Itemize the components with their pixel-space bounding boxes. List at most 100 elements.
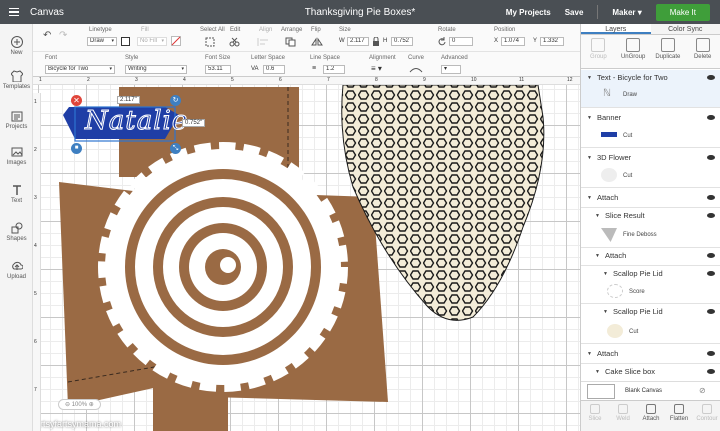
eye-icon[interactable] xyxy=(707,351,715,356)
weld-button[interactable]: Weld xyxy=(610,404,636,431)
chevron-down-icon[interactable]: ▼ xyxy=(595,250,600,262)
advanced-select[interactable]: ▾ xyxy=(441,65,461,74)
layer-group[interactable]: ▼ Attach xyxy=(581,346,720,364)
resize-handle-icon[interactable]: ⤡ xyxy=(170,143,181,154)
x-position-input[interactable]: 1.074 xyxy=(501,37,525,46)
width-label: W xyxy=(339,38,345,44)
sidebar-item-text[interactable]: Text xyxy=(0,184,33,204)
arrange-icon[interactable] xyxy=(285,37,299,47)
select-all-icon[interactable] xyxy=(205,37,215,47)
layer-group[interactable]: ▼ Slice Result Fine Deboss xyxy=(581,208,720,248)
linetype-select[interactable]: Draw ▾ xyxy=(87,37,117,46)
height-input[interactable]: 0.752 xyxy=(391,37,413,46)
group-button[interactable]: Group xyxy=(582,38,614,68)
my-projects-link[interactable]: My Projects xyxy=(506,8,551,17)
eye-icon[interactable] xyxy=(707,309,715,314)
sidebar-item-templates[interactable]: Templates xyxy=(0,70,33,90)
tab-layers[interactable]: Layers xyxy=(581,24,651,34)
width-input[interactable]: 2.117 xyxy=(347,37,369,46)
linetype-label: Linetype xyxy=(89,27,112,33)
redo-icon[interactable]: ↷ xyxy=(59,30,67,41)
chevron-down-icon[interactable]: ▼ xyxy=(587,72,592,84)
design-canvas[interactable]: Natalie 2.117" 0.752" ✕ ↻ ■ ⤡ ⊖ 100% ⊕ a… xyxy=(33,77,580,431)
sidebar-item-images[interactable]: Images xyxy=(0,146,33,166)
layer-group[interactable]: ▼ Scallop Pie Lid Cut xyxy=(581,304,720,344)
save-button[interactable]: Save xyxy=(565,8,584,17)
eye-icon[interactable] xyxy=(707,195,715,200)
machine-select[interactable]: Maker ▾ xyxy=(612,8,641,17)
align-icon[interactable] xyxy=(257,37,271,47)
rotate-input[interactable]: 0 xyxy=(449,37,473,46)
curve-icon[interactable] xyxy=(409,65,425,74)
blank-canvas-row[interactable]: Blank Canvas ⊘ xyxy=(581,381,720,400)
eye-icon[interactable] xyxy=(707,271,715,276)
sidebar-item-upload[interactable]: Upload xyxy=(0,260,33,280)
eye-icon[interactable] xyxy=(707,253,715,258)
line-space-input[interactable]: 1.2 xyxy=(323,65,345,74)
eye-icon[interactable] xyxy=(707,115,715,120)
slice-button[interactable]: Slice xyxy=(582,404,608,431)
layer-op: Score xyxy=(629,289,645,295)
chevron-down-icon[interactable]: ▼ xyxy=(595,366,600,378)
eye-icon[interactable] xyxy=(707,213,715,218)
font-size-input[interactable]: 53.11 xyxy=(205,65,231,74)
layer-group[interactable]: ▼ Attach xyxy=(581,190,720,208)
linetype-color-swatch[interactable] xyxy=(121,37,130,46)
rotate-label: Rotate xyxy=(438,27,456,33)
flatten-button[interactable]: Flatten xyxy=(666,404,692,431)
layer-group[interactable]: ▼ Attach xyxy=(581,248,720,266)
chevron-down-icon: ▾ xyxy=(444,66,448,72)
layer-group[interactable]: ▼ Banner Cut xyxy=(581,110,720,148)
zoom-in-icon[interactable]: ⊕ xyxy=(89,402,94,408)
eye-icon[interactable] xyxy=(707,155,715,160)
lock-icon[interactable] xyxy=(372,37,380,47)
y-position-input[interactable]: 1.332 xyxy=(540,37,564,46)
style-label: Style xyxy=(125,55,139,61)
chevron-down-icon[interactable]: ▼ xyxy=(587,348,592,360)
chevron-down-icon[interactable]: ▼ xyxy=(603,306,608,318)
style-select[interactable]: Writing ▾ xyxy=(125,65,187,74)
zoom-out-icon[interactable]: ⊖ xyxy=(65,402,70,408)
layer-group[interactable]: ▼ Text - Bicycle for Two ℕ Draw xyxy=(581,70,720,108)
sidebar-item-new[interactable]: New xyxy=(0,36,33,56)
duplicate-button[interactable]: Duplicate xyxy=(652,38,684,68)
lock-handle-icon[interactable]: ■ xyxy=(71,143,82,154)
chevron-down-icon[interactable]: ▼ xyxy=(595,210,600,222)
no-fill-swatch-icon[interactable] xyxy=(171,36,181,46)
font-select[interactable]: Bicycle for Two ▾ xyxy=(45,65,115,74)
ungroup-button[interactable]: UnGroup xyxy=(617,38,649,68)
undo-icon[interactable]: ↶ xyxy=(43,30,51,41)
attach-button[interactable]: Attach xyxy=(638,404,664,431)
chevron-down-icon[interactable]: ▼ xyxy=(603,268,608,280)
hamburger-menu-icon[interactable] xyxy=(0,7,26,17)
layer-group[interactable]: ▼ Cake Slice box xyxy=(581,364,720,382)
layer-op: Cut xyxy=(623,173,633,179)
contour-button[interactable]: Contour xyxy=(694,404,720,431)
scissors-icon[interactable] xyxy=(229,37,243,47)
layer-group[interactable]: ▼ 3D Flower Cut xyxy=(581,150,720,188)
zoom-control[interactable]: ⊖ 100% ⊕ xyxy=(58,399,101,410)
fill-select[interactable]: No Fill ▾ xyxy=(137,37,167,46)
layer-thumb: ℕ xyxy=(603,88,612,99)
eye-icon[interactable] xyxy=(707,75,715,80)
chevron-down-icon[interactable]: ▼ xyxy=(587,112,592,124)
rotate-handle-icon[interactable]: ↻ xyxy=(170,95,181,106)
sidebar-item-shapes[interactable]: Shapes xyxy=(0,222,33,242)
flip-icon[interactable] xyxy=(311,37,325,47)
tab-color-sync[interactable]: Color Sync xyxy=(651,24,720,34)
letter-space-input[interactable]: 0.6 xyxy=(263,65,285,74)
plus-icon xyxy=(10,36,23,48)
make-it-button[interactable]: Make It xyxy=(655,3,710,21)
slice-icon xyxy=(590,404,600,414)
eye-slash-icon[interactable]: ⊘ xyxy=(699,386,706,395)
eye-icon[interactable] xyxy=(707,369,715,374)
delete-button[interactable]: Delete xyxy=(687,38,719,68)
layer-op: Fine Deboss xyxy=(623,232,657,238)
chevron-down-icon[interactable]: ▼ xyxy=(587,152,592,164)
layer-group[interactable]: ▼ Scallop Pie Lid Score xyxy=(581,266,720,304)
align-left-icon[interactable]: ≡ ▾ xyxy=(371,64,382,73)
sidebar-item-projects[interactable]: Projects xyxy=(0,110,33,130)
curve-label: Curve xyxy=(408,55,425,61)
text-icon xyxy=(12,185,21,195)
chevron-down-icon[interactable]: ▼ xyxy=(587,192,592,204)
